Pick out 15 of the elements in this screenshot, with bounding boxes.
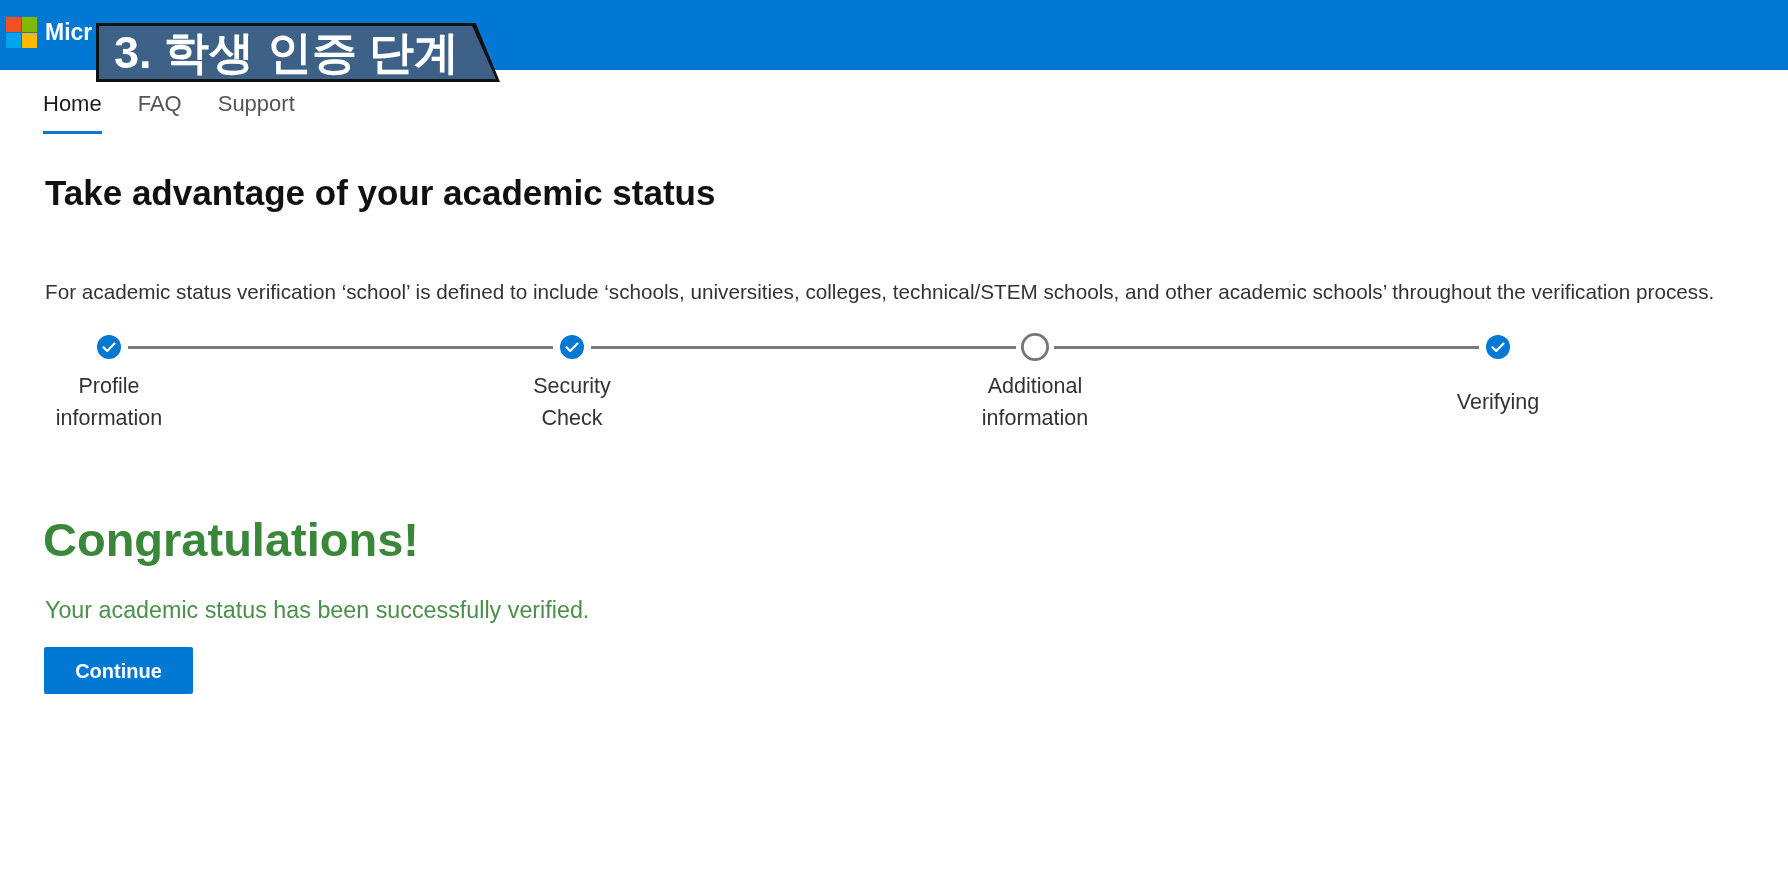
success-heading: Congratulations! — [43, 513, 419, 567]
brand-name: Micr — [45, 18, 93, 47]
windows-logo-icon — [6, 17, 37, 48]
description-text: For academic status verification ‘school’ is defined to include ‘schools, universities, colleges, technical/STEM schools, and other academic schools’ throughout the verification process. — [45, 279, 1715, 305]
success-message: Your academic status has been successfully verified. — [45, 596, 590, 625]
nav-tab[interactable]: FAQ — [137, 91, 182, 134]
continue-button[interactable]: Continue — [44, 647, 193, 694]
page-title: Take advantage of your academic status — [45, 172, 716, 214]
step-label: Profile information — [55, 373, 163, 432]
nav-tab[interactable]: Home — [43, 91, 102, 134]
caption-text: 3. 학생 인증 단계 — [114, 27, 460, 78]
step-label: Verifying — [1456, 389, 1540, 416]
step-label: Additional information — [981, 373, 1089, 432]
nav-tab[interactable]: Support — [217, 91, 295, 134]
step-label: Security Check — [533, 373, 611, 432]
